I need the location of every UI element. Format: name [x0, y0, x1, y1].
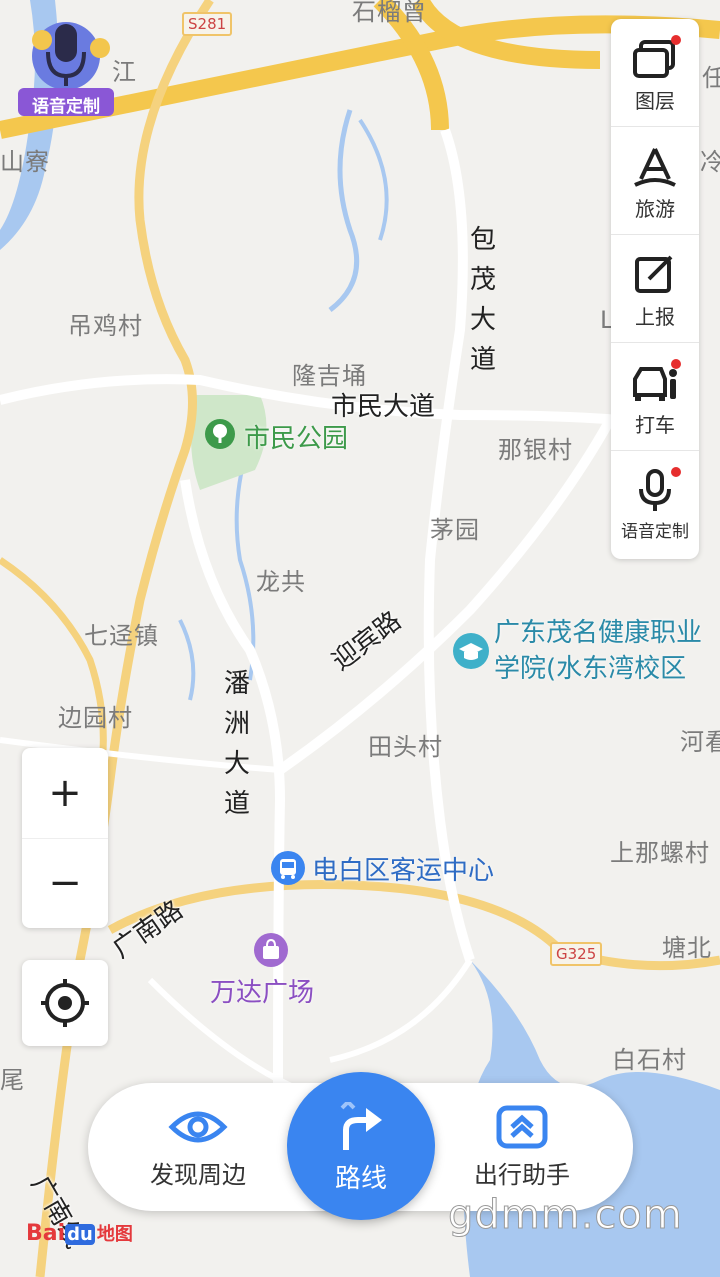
baidu-map-logo: Bai du 地图: [26, 1220, 133, 1246]
place-label: 河看: [680, 728, 720, 756]
baidu-logo-ditu: 地图: [96, 1224, 133, 1245]
watermark: gdmm.com: [448, 1192, 683, 1239]
road-shield: G325: [550, 942, 603, 966]
travel-assistant-label: 出行助手: [474, 1161, 570, 1189]
eye-icon: [168, 1111, 228, 1143]
locate-icon: [41, 979, 89, 1027]
map-tools-panel: 图层 旅游 上报 打车 语音定制: [611, 19, 699, 559]
place-label: 田头村: [368, 733, 443, 761]
voice-custom-button[interactable]: 语音定制: [18, 18, 116, 117]
place-label: 冷: [700, 148, 720, 176]
zoom-out-button[interactable]: −: [22, 838, 108, 928]
poi-label: 万达广场: [210, 978, 315, 1008]
road-label: 潘洲大道: [223, 669, 250, 819]
report-icon: [635, 255, 673, 293]
discover-nearby-label: 发现周边: [150, 1161, 246, 1189]
place-label: 石榴曾: [352, 0, 427, 26]
poi-label: 广东茂名健康职业: [494, 618, 703, 648]
poi-label: 市民公园: [244, 424, 349, 454]
voice-custom-tool[interactable]: 语音定制: [611, 451, 699, 558]
place-label: 上那螺村: [610, 839, 710, 867]
notification-dot: [671, 467, 681, 477]
place-label: 任: [702, 64, 720, 92]
place-label: 尾: [0, 1066, 25, 1094]
taxi-button[interactable]: 打车: [611, 343, 699, 451]
place-label: 那银村: [498, 436, 573, 464]
bus-icon: [271, 851, 305, 885]
notification-dot: [671, 359, 681, 369]
poi-label: 电白区客运中心: [312, 856, 495, 886]
place-label: 龙共: [256, 568, 306, 596]
place-label: 白石村: [612, 1046, 687, 1074]
report-label: 上报: [635, 305, 675, 329]
place-label: 边园村: [58, 704, 133, 732]
baidu-logo-du: du: [65, 1224, 95, 1245]
route-button[interactable]: 路线: [287, 1072, 435, 1220]
place-label: 山寮: [0, 148, 50, 176]
shopping-bag-icon: [254, 933, 288, 967]
taxi-label: 打车: [635, 413, 675, 437]
voice-custom-tool-label: 语音定制: [621, 522, 689, 542]
tree-icon: [205, 419, 235, 449]
discover-nearby-button[interactable]: 发现周边: [118, 1083, 278, 1211]
notification-dot: [671, 35, 681, 45]
school-icon: [453, 633, 489, 669]
voice-custom-label: 语音定制: [32, 97, 100, 117]
travel-label: 旅游: [635, 197, 675, 221]
poi-label: 学院(水东湾校区: [494, 654, 687, 684]
zoom-in-button[interactable]: +: [22, 748, 108, 839]
zoom-controls: + −: [22, 748, 108, 928]
place-label: 七迳镇: [84, 622, 159, 650]
travel-button[interactable]: 旅游: [611, 127, 699, 235]
road-label: 包茂大道: [469, 225, 496, 375]
place-label: 吊鸡村: [68, 312, 143, 340]
place-label: 塘北: [662, 934, 712, 962]
report-button[interactable]: 上报: [611, 235, 699, 343]
layers-button[interactable]: 图层: [611, 19, 699, 127]
road-shield: S281: [182, 12, 233, 36]
travel-icon: [634, 148, 676, 187]
baidu-logo-bai: Bai: [26, 1221, 66, 1246]
route-label: 路线: [334, 1164, 387, 1194]
place-label: 茅园: [430, 516, 480, 544]
layers-label: 图层: [635, 89, 675, 113]
route-arrow-icon: [340, 1102, 382, 1150]
locate-button[interactable]: [22, 960, 108, 1046]
assistant-icon: [496, 1105, 548, 1149]
